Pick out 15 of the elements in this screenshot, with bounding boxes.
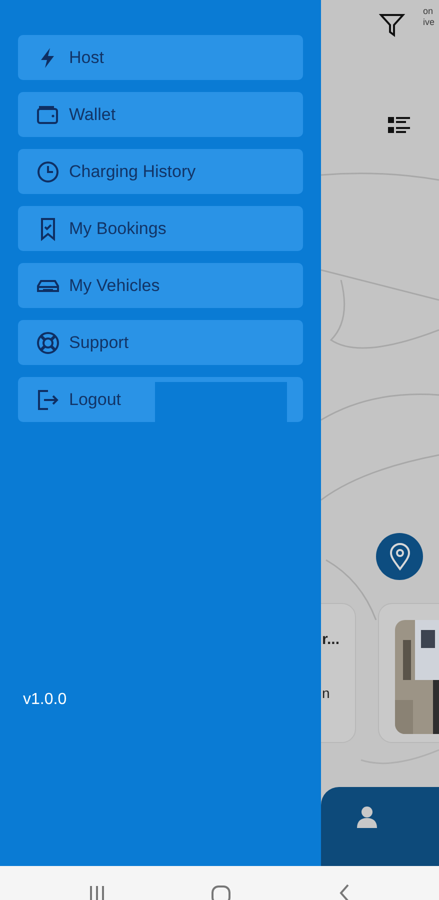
version-label: v1.0.0 <box>23 690 67 710</box>
menu-item[interactable]: Wallet <box>18 92 303 137</box>
back-icon[interactable] <box>338 884 350 900</box>
menu-item[interactable]: Host <box>18 35 303 80</box>
menu-item[interactable]: Charging History <box>18 149 303 194</box>
logout-icon <box>36 388 60 412</box>
menu-item[interactable]: My Bookings <box>18 206 303 251</box>
menu-item[interactable]: Support <box>18 320 303 365</box>
clock-icon <box>36 160 60 184</box>
menu-item[interactable]: Logout <box>18 377 303 422</box>
home-icon[interactable] <box>211 885 231 900</box>
recent-apps-icon[interactable] <box>89 886 105 900</box>
menu-item[interactable]: My Vehicles <box>18 263 303 308</box>
user-icon[interactable] <box>357 806 377 828</box>
lifebuoy-icon <box>36 330 60 354</box>
